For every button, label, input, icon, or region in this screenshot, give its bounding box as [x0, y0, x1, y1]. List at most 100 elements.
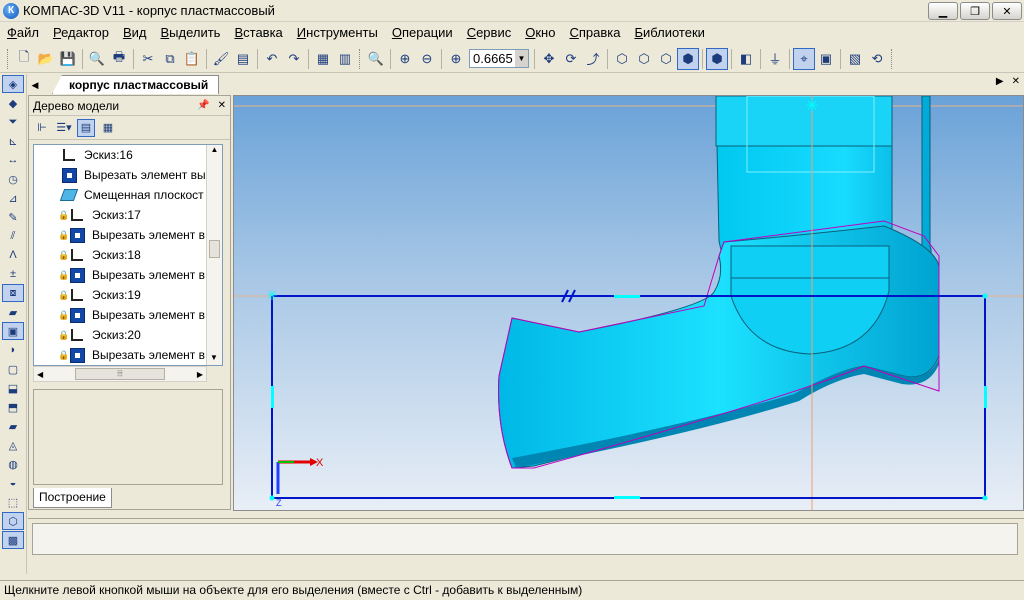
menu-help[interactable]: Справка — [562, 23, 627, 43]
tree-item[interactable]: 🔒 Вырезать элемент в — [34, 265, 222, 285]
assembly-icon[interactable]: ⬡ — [2, 512, 24, 530]
tree-item[interactable]: 🔒 Эскиз:17 — [34, 205, 222, 225]
undo-icon[interactable]: ↶ — [261, 48, 283, 70]
tab-construction[interactable]: Построение — [33, 488, 112, 508]
rotate-icon[interactable]: ⟳ — [560, 48, 582, 70]
selection-filter-icon[interactable]: ⏷ — [2, 113, 24, 131]
constraints-icon[interactable]: ⊿ — [2, 189, 24, 207]
tab-document[interactable]: корпус пластмассовый — [52, 75, 220, 94]
shaded-edges-icon[interactable]: ⬢ — [706, 47, 728, 70]
editing-part-icon[interactable]: ◈ — [2, 75, 24, 93]
measure-icon[interactable]: ⊾ — [2, 132, 24, 150]
new-document-icon[interactable]: 🗋 — [13, 48, 35, 70]
scroll-down-icon[interactable]: ▼ — [207, 353, 221, 365]
grip-handle[interactable] — [984, 386, 987, 408]
menu-file[interactable]: Файл — [0, 23, 46, 43]
copy-icon[interactable]: ⧉ — [159, 48, 181, 70]
tree-vertical-scrollbar[interactable]: ▲ ▼ — [206, 145, 222, 365]
library-icon[interactable]: ▣ — [815, 48, 837, 70]
origin-point-icon[interactable]: ✳ — [805, 96, 818, 115]
parts-icon[interactable]: ⬚ — [2, 493, 24, 511]
zoom-scale-icon[interactable]: ⊕ — [445, 48, 467, 70]
auxiliary-geometry-icon[interactable]: ◗ — [2, 341, 24, 359]
menu-libraries[interactable]: Библиотеки — [627, 23, 711, 43]
surfaces-icon[interactable]: ▰ — [2, 303, 24, 321]
corner-point[interactable] — [982, 293, 988, 299]
snap-icon[interactable]: ⌖ — [793, 47, 815, 70]
format-painter-icon[interactable]: 🖌 — [210, 48, 232, 70]
geometry-icon[interactable]: ◷ — [2, 170, 24, 188]
tree-item[interactable]: 🔒 Эскиз:18 — [34, 245, 222, 265]
tree-item[interactable]: 🔒 Эскиз:19 — [34, 285, 222, 305]
orientation-icon[interactable]: ⤴ — [582, 48, 604, 70]
corner-point[interactable] — [982, 495, 988, 501]
manager-icon[interactable]: ▦ — [312, 48, 334, 70]
tree-properties-icon[interactable]: ▦ — [99, 119, 117, 137]
hidden-lines-icon[interactable]: ⬡ — [633, 48, 655, 70]
perspective-icon[interactable]: ◧ — [735, 48, 757, 70]
zoom-window-icon[interactable]: 🔍 — [365, 48, 387, 70]
grip-handle[interactable] — [614, 496, 640, 499]
close-icon[interactable]: ✕ — [218, 100, 226, 111]
wireframe-icon[interactable]: ⬡ — [611, 48, 633, 70]
tree-item[interactable]: 🔒 Вырезать элемент в — [34, 225, 222, 245]
cut-icon[interactable]: ✂ — [137, 48, 159, 70]
specification-icon[interactable]: ▧ — [844, 48, 866, 70]
filter-icon[interactable]: ⏚ — [764, 48, 786, 70]
grip-handle[interactable] — [271, 386, 274, 408]
tab-scroll-right-icon[interactable]: ▶ — [996, 76, 1004, 87]
scroll-thumb[interactable]: ⦙⦙⦙ — [75, 368, 165, 380]
tab-scroll-left-icon[interactable]: ◀ — [28, 76, 42, 94]
shell-icon[interactable]: ⬒ — [2, 398, 24, 416]
parametrize-icon[interactable]: ⫽ — [2, 227, 24, 245]
menu-insert[interactable]: Вставка — [227, 23, 289, 43]
scroll-left-icon[interactable]: ◀ — [37, 370, 43, 379]
redo-icon[interactable]: ↷ — [283, 48, 305, 70]
tree-structure-icon[interactable]: ⊩ — [33, 119, 51, 137]
hidden-lines-thin-icon[interactable]: ⬡ — [655, 48, 677, 70]
menu-operations[interactable]: Операции — [385, 23, 460, 43]
elements-icon[interactable]: ⬓ — [2, 379, 24, 397]
close-button[interactable]: ✕ — [992, 2, 1022, 20]
scroll-right-icon[interactable]: ▶ — [197, 370, 203, 379]
toolbar-grip[interactable] — [891, 48, 894, 69]
toolbar-grip[interactable] — [7, 48, 10, 69]
model-canvas[interactable]: ✳ ✳ X Z — [234, 96, 1024, 511]
tree-filter-icon[interactable]: ☰▾ — [55, 119, 73, 137]
paste-icon[interactable]: 📋 — [181, 48, 203, 70]
print-preview-icon[interactable]: 🔍 — [86, 48, 108, 70]
edit-icon[interactable]: ✎ — [2, 208, 24, 226]
grip-handle[interactable] — [614, 295, 640, 298]
menu-editor[interactable]: Редактор — [46, 23, 116, 43]
minimize-button[interactable]: ▁ — [928, 2, 958, 20]
scroll-up-icon[interactable]: ▲ — [207, 145, 222, 159]
components-icon[interactable]: ▩ — [2, 531, 24, 549]
zoom-level-field[interactable]: 0.6665 ▼ — [469, 49, 529, 68]
designations-icon[interactable]: Ʌ — [2, 246, 24, 264]
tree-horizontal-scrollbar[interactable]: ◀ ⦙⦙⦙ ▶ — [33, 366, 207, 382]
measurements-icon[interactable]: ◒ — [2, 474, 24, 492]
zoom-out-icon[interactable]: ⊖ — [416, 48, 438, 70]
tree-item[interactable]: 🔒 Вырезать элемент в — [34, 305, 222, 325]
model-viewport[interactable]: ✳ ✳ X Z — [233, 95, 1024, 511]
tree-history-icon[interactable]: ▤ — [77, 118, 95, 137]
operations-icon[interactable]: ▰ — [2, 417, 24, 435]
tree-item[interactable]: 🔒 Эскиз:20 — [34, 325, 222, 345]
shaded-icon[interactable]: ⬢ — [677, 47, 699, 70]
tree-item[interactable]: Эскиз:16 — [34, 145, 222, 165]
menu-service[interactable]: Сервис — [460, 23, 519, 43]
tree-item[interactable]: 🔒 Вырезать элемент в — [34, 345, 222, 365]
diagnostics-icon[interactable]: ▢ — [2, 360, 24, 378]
corner-point[interactable] — [269, 495, 275, 501]
pan-icon[interactable]: ✥ — [538, 48, 560, 70]
restore-button[interactable]: ❐ — [960, 2, 990, 20]
toolbar-grip[interactable] — [359, 48, 362, 69]
tree-item[interactable]: Вырезать элемент вы — [34, 165, 222, 185]
tree-item[interactable]: Смещенная плоскост — [34, 185, 222, 205]
print-icon[interactable]: 🖶 — [108, 48, 130, 70]
variables-icon[interactable]: ▥ — [334, 48, 356, 70]
scroll-thumb[interactable] — [209, 240, 220, 258]
spatial-curves-icon[interactable]: ◆ — [2, 94, 24, 112]
menu-window[interactable]: Окно — [518, 23, 562, 43]
sheet-metal-icon[interactable]: ⧇ — [2, 284, 24, 302]
